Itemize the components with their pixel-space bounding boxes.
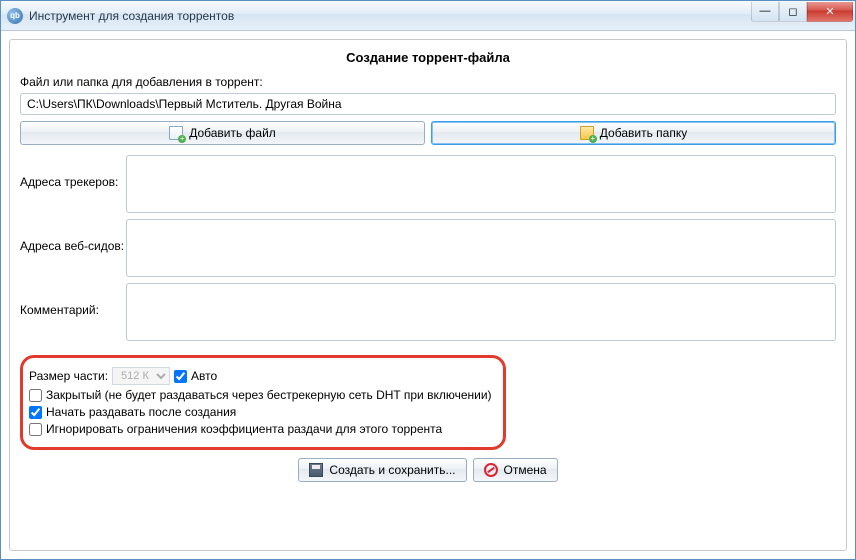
create-save-button[interactable]: Создать и сохранить... — [298, 458, 466, 482]
add-folder-button[interactable]: Добавить папку — [431, 121, 836, 145]
add-file-button[interactable]: Добавить файл — [20, 121, 425, 145]
add-file-label: Добавить файл — [189, 126, 276, 140]
cancel-button[interactable]: Отмена — [473, 458, 558, 482]
auto-checkbox[interactable] — [174, 370, 187, 383]
private-checkbox[interactable] — [29, 389, 42, 402]
comment-label: Комментарий: — [20, 283, 126, 317]
save-icon — [309, 463, 323, 477]
comment-input[interactable] — [126, 283, 836, 341]
options-highlight: Размер части: 512 КБ Авто Закрытый (не б… — [20, 355, 506, 450]
panel-header: Создание торрент-файла — [20, 50, 836, 65]
minimize-button[interactable]: — — [751, 2, 779, 22]
maximize-button[interactable]: ◻ — [779, 2, 807, 22]
path-label: Файл или папка для добавления в торрент: — [20, 75, 836, 89]
footer-buttons: Создать и сохранить... Отмена — [20, 458, 836, 482]
main-panel: Создание торрент-файла Файл или папка дл… — [9, 39, 847, 551]
private-label[interactable]: Закрытый (не будет раздаваться через бес… — [46, 388, 492, 402]
folder-plus-icon — [580, 126, 594, 140]
piece-size-select[interactable]: 512 КБ — [112, 367, 170, 385]
create-save-label: Создать и сохранить... — [329, 463, 455, 477]
close-button[interactable]: ✕ — [807, 2, 853, 22]
webseeds-row: Адреса веб-сидов: — [20, 219, 836, 277]
start-seeding-label[interactable]: Начать раздавать после создания — [46, 405, 236, 419]
trackers-input[interactable] — [126, 155, 836, 213]
content-area: Создание торрент-файла Файл или папка дл… — [1, 31, 855, 559]
trackers-label: Адреса трекеров: — [20, 155, 126, 189]
auto-label[interactable]: Авто — [191, 369, 217, 383]
ignore-ratio-row: Игнорировать ограничения коэффициента ра… — [29, 422, 495, 436]
file-plus-icon — [169, 126, 183, 140]
start-seed-row: Начать раздавать после создания — [29, 405, 495, 419]
torrent-creator-window: qb Инструмент для создания торрентов — ◻… — [0, 0, 856, 560]
ignore-ratio-label[interactable]: Игнорировать ограничения коэффициента ра… — [46, 422, 442, 436]
window-title: Инструмент для создания торрентов — [29, 9, 234, 23]
app-icon: qb — [7, 8, 23, 24]
webseeds-input[interactable] — [126, 219, 836, 277]
titlebar: qb Инструмент для создания торрентов — ◻… — [1, 1, 855, 31]
ignore-ratio-checkbox[interactable] — [29, 423, 42, 436]
piece-size-label: Размер части: — [29, 369, 108, 383]
cancel-icon — [484, 463, 498, 477]
add-buttons-row: Добавить файл Добавить папку — [20, 121, 836, 145]
trackers-row: Адреса трекеров: — [20, 155, 836, 213]
comment-row: Комментарий: — [20, 283, 836, 341]
cancel-label: Отмена — [504, 463, 547, 477]
start-seeding-checkbox[interactable] — [29, 406, 42, 419]
window-controls: — ◻ ✕ — [751, 2, 853, 22]
add-folder-label: Добавить папку — [600, 126, 687, 140]
private-row: Закрытый (не будет раздаваться через бес… — [29, 388, 495, 402]
piece-size-row: Размер части: 512 КБ Авто — [29, 367, 495, 385]
webseeds-label: Адреса веб-сидов: — [20, 219, 126, 253]
path-input[interactable] — [20, 93, 836, 115]
